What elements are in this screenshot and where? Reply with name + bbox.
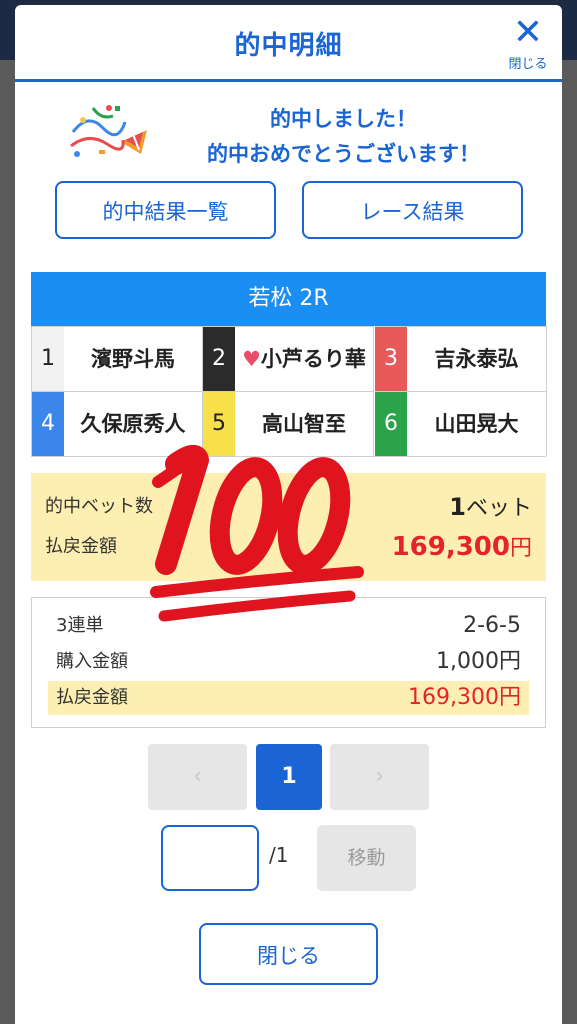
bets-count: 1 [449,493,466,521]
racer-name: ♥小芦るり華 [235,327,373,391]
racer-3: 3 吉永泰弘 [375,326,547,391]
congrats-line-1: 的中しました！ [270,107,417,131]
racer-grid: 1 濱野斗馬 2 ♥小芦るり華 3 吉永泰弘 4 久保原秀人 5 高山智至 6 山田晃大 [31,326,547,457]
purchase-row: 購入金額 1,000円 [48,645,529,679]
congrats-line-2: 的中おめでとうございます！ [207,142,480,166]
next-page-button[interactable]: › [330,744,429,810]
racer-number-badge: 4 [32,392,64,456]
racer-name-text: 高山智至 [262,412,346,436]
bet-detail: 3連単 2-6-5 購入金額 1,000円 払戻金額 169,300円 [31,597,546,728]
racer-number-badge: 1 [32,327,64,391]
detail-payout-row: 払戻金額 169,300円 [48,681,529,715]
close-icon: ✕ [512,12,544,53]
bets-row: 的中ベット数 1ベット [31,487,546,527]
race-header: 若松 2R [31,272,546,326]
bet-type-row: 3連単 2-6-5 [48,609,529,643]
prev-page-button[interactable]: ‹ [148,744,247,810]
page-total: /1 [269,843,289,867]
move-button[interactable]: 移動 [317,825,416,891]
close-icon-label: 閉じる [508,57,548,72]
bets-value: 1ベット [449,487,532,529]
racer-6: 6 山田晃大 [375,391,547,456]
racer-name-text: 濱野斗馬 [91,347,175,371]
bet-type-value: 2-6-5 [463,613,521,638]
racer-name-text: 久保原秀人 [80,412,186,436]
hit-list-button[interactable]: 的中結果一覧 [55,181,276,239]
racer-2: 2 ♥小芦るり華 [203,326,374,391]
modal-title: 的中明細 [234,31,343,61]
payout-row: 払戻金額 169,300円 [31,527,546,567]
race-result-button[interactable]: レース結果 [302,181,523,239]
racer-name: 山田晃大 [407,392,546,456]
racer-1: 1 濱野斗馬 [32,326,203,391]
close-button[interactable]: 閉じる [199,923,378,985]
payout-unit: 円 [509,536,532,561]
racer-number-badge: 6 [375,392,407,456]
close-icon-button[interactable]: ✕ 閉じる [506,12,550,73]
page-1-button[interactable]: 1 [256,744,322,810]
payout-amount: 169,300 [391,532,510,562]
page-number-input[interactable] [161,825,259,891]
congrats-message: 的中しました！ 的中おめでとうございます！ [15,102,562,172]
racer-4: 4 久保原秀人 [32,391,203,456]
racer-name: 高山智至 [235,392,373,456]
racer-name: 濱野斗馬 [64,327,202,391]
chevron-right-icon: › [375,764,384,789]
payout-value: 169,300円 [392,527,532,569]
detail-payout-label: 払戻金額 [56,687,128,708]
heart-icon: ♥ [242,347,261,371]
racer-name-text: 吉永泰弘 [434,347,519,371]
modal-header: 的中明細 ✕ 閉じる [15,5,562,82]
hit-summary: 的中ベット数 1ベット 払戻金額 169,300円 [31,473,546,581]
payout-label: 払戻金額 [45,536,117,557]
racer-number-badge: 2 [203,327,235,391]
racer-5: 5 高山智至 [203,391,374,456]
detail-payout-value: 169,300円 [408,685,521,710]
bets-label: 的中ベット数 [45,496,153,517]
purchase-label: 購入金額 [56,651,128,672]
hit-detail-modal: 的中明細 ✕ 閉じる 的中しました！ 的中おめでとうございます！ 的中結果一覧 … [15,5,562,1024]
racer-name-text: 山田晃大 [434,412,519,436]
racer-name-text: 小芦るり華 [260,347,366,371]
racer-name: 吉永泰弘 [407,327,546,391]
bets-unit: ベット [465,496,532,521]
purchase-value: 1,000円 [436,649,521,674]
racer-number-badge: 5 [203,392,235,456]
chevron-left-icon: ‹ [193,764,202,789]
racer-name: 久保原秀人 [64,392,202,456]
bet-type-label: 3連単 [56,615,104,636]
racer-number-badge: 3 [375,327,407,391]
